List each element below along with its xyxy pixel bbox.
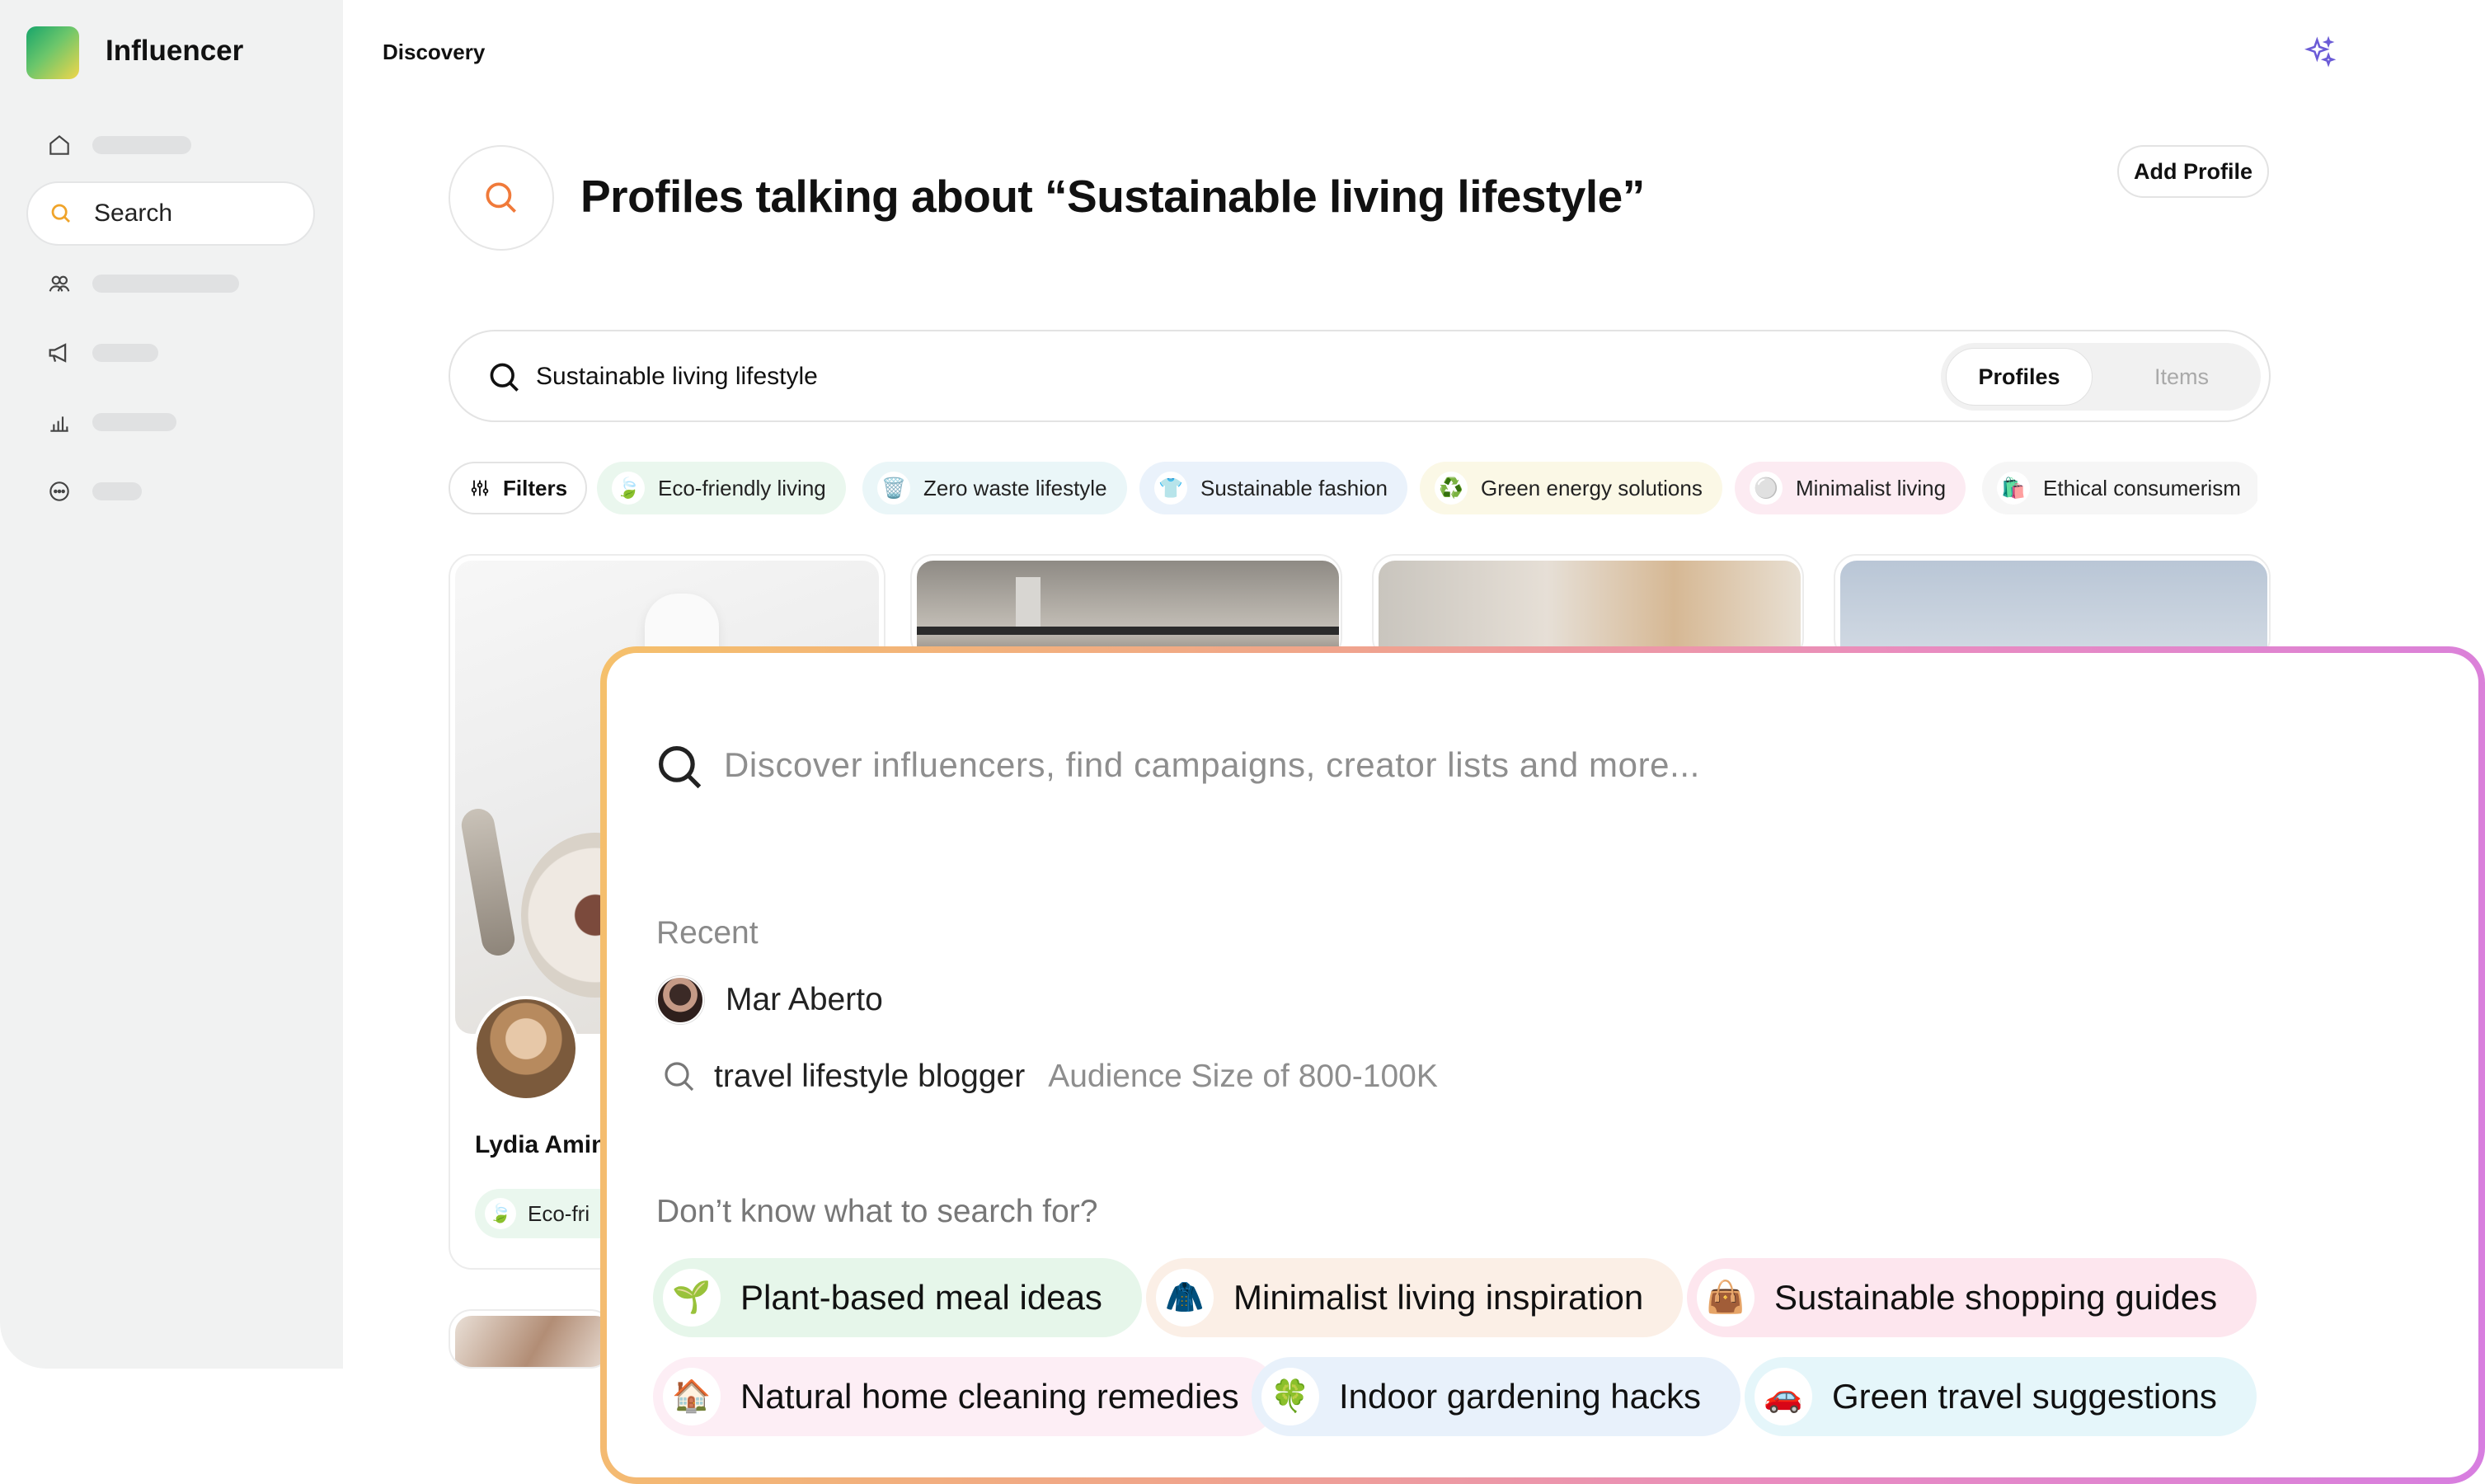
recycle-icon: ♻️ [1435, 472, 1468, 505]
profile-name: Lydia Amin [475, 1131, 607, 1158]
chip-label: Green energy solutions [1481, 475, 1703, 500]
add-profile-button[interactable]: Add Profile [2117, 145, 2269, 198]
suggestion-label: Plant-based meal ideas [740, 1278, 1102, 1317]
profile-tag-label: Eco-fri [528, 1200, 590, 1226]
leaf-icon: 🍃 [485, 1198, 516, 1229]
sidebar-item-placeholder [92, 413, 176, 431]
sidebar-item-placeholder [92, 275, 239, 293]
search-icon [660, 1057, 699, 1097]
search-icon [653, 740, 707, 795]
suggestion-minimalist-living-inspiration[interactable]: 🧥 Minimalist living inspiration [1146, 1258, 1684, 1337]
sidebar-item-placeholder [92, 482, 142, 500]
main-search-bar[interactable]: Sustainable living lifestyle Profiles It… [449, 330, 2271, 422]
search-input-value[interactable]: Sustainable living lifestyle [536, 363, 818, 391]
recent-item-label: Mar Aberto [726, 982, 883, 1017]
chip-label: Eco-friendly living [658, 475, 826, 500]
leaf-icon: 🍃 [612, 472, 645, 505]
sidebar: Influencer Search [0, 0, 343, 1369]
suggestions-heading: Don’t know what to search for? [656, 1194, 1098, 1229]
chip-label: Zero waste lifestyle [923, 475, 1107, 500]
filter-chips: Filters 🍃 Eco-friendly living 🗑️ Zero wa… [449, 462, 2257, 514]
users-icon [26, 270, 92, 297]
chip-sustainable-fashion[interactable]: 👕 Sustainable fashion [1139, 462, 1407, 514]
sliders-icon [468, 477, 491, 500]
search-icon [486, 359, 523, 396]
recent-item-label: travel lifestyle blogger [714, 1059, 1026, 1094]
search-icon [28, 201, 94, 226]
search-icon [481, 177, 522, 218]
sidebar-item-analytics[interactable] [26, 391, 315, 453]
sidebar-item-placeholder [92, 136, 191, 154]
suggestion-green-travel-suggestions[interactable]: 🚗 Green travel suggestions [1745, 1357, 2257, 1436]
search-overlay: Discover influencers, find campaigns, cr… [600, 646, 2485, 1484]
tab-profiles[interactable]: Profiles [1946, 348, 2093, 406]
result-type-toggle: Profiles Items [1941, 343, 2261, 411]
avatar [473, 996, 579, 1101]
suggestion-sustainable-shopping-guides[interactable]: 👜 Sustainable shopping guides [1687, 1258, 2257, 1337]
app-window: Influencer Search Discovery Profiles tal… [0, 0, 2485, 1484]
brand-logo [26, 26, 79, 79]
sidebar-item-placeholder [92, 344, 158, 362]
chat-icon [26, 478, 92, 505]
suggestion-label: Minimalist living inspiration [1233, 1278, 1644, 1317]
chip-minimalist-living[interactable]: ⚪ Minimalist living [1735, 462, 1966, 514]
bar-chart-icon [26, 409, 92, 435]
recent-item-query[interactable]: travel lifestyle blogger Audience Size o… [660, 1057, 1438, 1097]
search-overlay-panel: Discover influencers, find campaigns, cr… [607, 653, 2478, 1477]
brand-name: Influencer [106, 35, 244, 67]
chip-zero-waste-lifestyle[interactable]: 🗑️ Zero waste lifestyle [862, 462, 1127, 514]
chip-label: Minimalist living [1796, 475, 1947, 500]
chip-label: Ethical consumerism [2043, 475, 2241, 500]
profile-card[interactable] [910, 554, 1342, 661]
chip-green-energy-solutions[interactable]: ♻️ Green energy solutions [1420, 462, 1722, 514]
shopping-bag-icon: 🛍️ [1997, 472, 2030, 505]
recent-item-filter: Audience Size of 800-100K [1048, 1059, 1438, 1094]
suggestion-label: Sustainable shopping guides [1774, 1278, 2218, 1317]
coat-icon: 🧥 [1156, 1269, 1214, 1327]
chip-eco-friendly-living[interactable]: 🍃 Eco-friendly living [597, 462, 846, 514]
chip-ethical-consumerism[interactable]: 🛍️ Ethical consumerism [1982, 462, 2257, 514]
house-icon: 🏠 [663, 1368, 721, 1425]
home-icon [26, 132, 92, 158]
overlay-search-input[interactable]: Discover influencers, find campaigns, cr… [724, 745, 1700, 785]
avatar [656, 976, 704, 1024]
suggestion-label: Natural home cleaning remedies [740, 1377, 1239, 1416]
car-icon: 🚗 [1755, 1368, 1812, 1425]
suggestion-natural-home-cleaning-remedies[interactable]: 🏠 Natural home cleaning remedies [653, 1357, 1279, 1436]
sidebar-item-users[interactable] [26, 252, 315, 315]
suggestion-indoor-gardening-hacks[interactable]: 🍀 Indoor gardening hacks [1252, 1357, 1740, 1436]
recent-heading: Recent [656, 915, 759, 951]
sidebar-item-campaigns[interactable] [26, 322, 315, 384]
sidebar-item-messages[interactable] [26, 460, 315, 523]
suggestion-plant-based-meal-ideas[interactable]: 🌱 Plant-based meal ideas [653, 1258, 1142, 1337]
sidebar-item-home[interactable] [26, 114, 315, 176]
page-title: Profiles talking about “Sustainable livi… [580, 171, 1645, 222]
page-search-badge [449, 145, 554, 251]
seedling-icon: 🌱 [663, 1269, 721, 1327]
clover-icon: 🍀 [1261, 1368, 1319, 1425]
suggestion-label: Green travel suggestions [1832, 1377, 2217, 1416]
suggestion-label: Indoor gardening hacks [1339, 1377, 1701, 1416]
breadcrumb: Discovery [383, 40, 486, 64]
trash-icon: 🗑️ [877, 472, 910, 505]
sidebar-item-label: Search [94, 200, 173, 227]
profile-card-image [455, 1316, 612, 1367]
handbag-icon: 👜 [1697, 1269, 1755, 1327]
megaphone-icon [26, 339, 92, 367]
sidebar-item-search[interactable]: Search [26, 181, 315, 246]
chip-label: Sustainable fashion [1200, 475, 1388, 500]
tab-items[interactable]: Items [2114, 348, 2249, 406]
filters-button[interactable]: Filters [449, 462, 588, 514]
recent-item-profile[interactable]: Mar Aberto [656, 976, 883, 1024]
profile-card[interactable] [1372, 554, 1804, 661]
filters-label: Filters [503, 475, 568, 500]
circle-icon: ⚪ [1750, 472, 1783, 505]
profile-card[interactable] [1834, 554, 2271, 661]
sparkle-icon[interactable] [2302, 35, 2338, 71]
shirt-icon: 👕 [1154, 472, 1187, 505]
profile-card[interactable] [449, 1309, 613, 1369]
